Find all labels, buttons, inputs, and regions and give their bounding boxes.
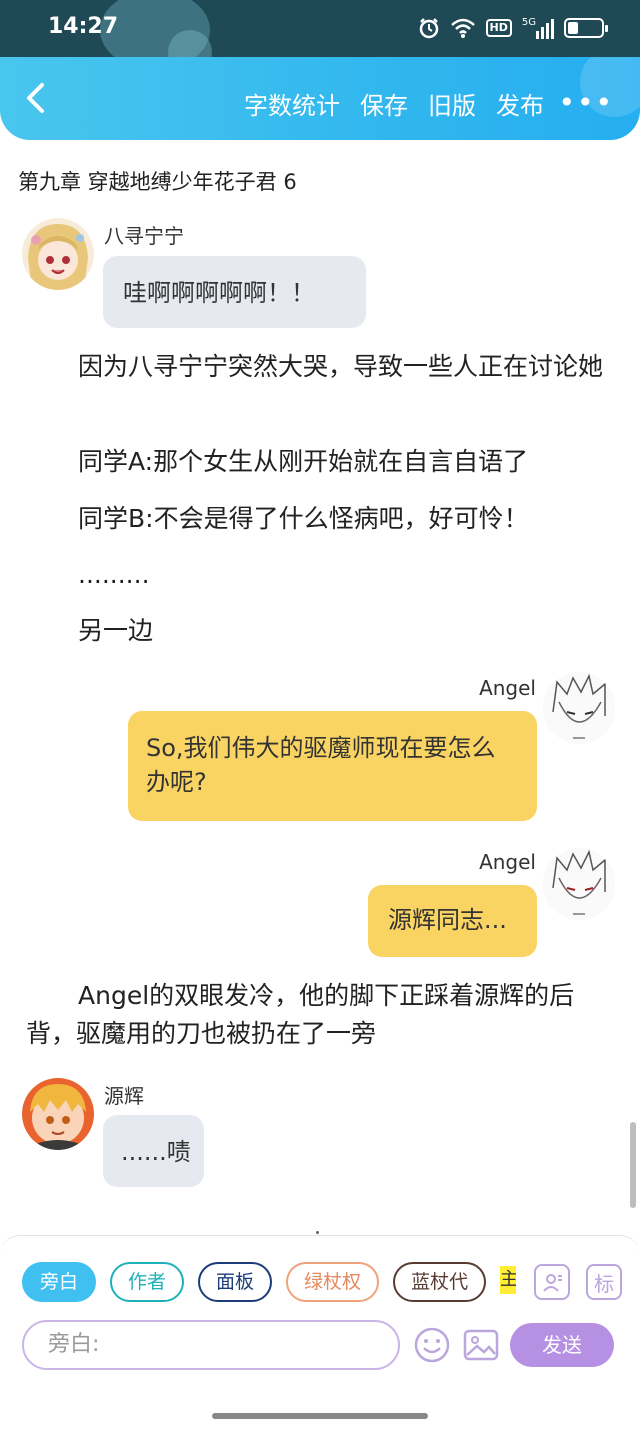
- image-button[interactable]: [461, 1325, 501, 1365]
- narration-paragraph[interactable]: .........: [26, 556, 616, 594]
- status-bar: 14:27 HD 5G: [0, 0, 640, 74]
- composer-panel: 旁白 作者 面板 绿杖权 蓝杖代 主 标 旁白: 发送: [0, 1235, 640, 1433]
- role-selector: 旁白 作者 面板 绿杖权 蓝杖代: [22, 1262, 487, 1302]
- scrollbar[interactable]: [630, 1122, 636, 1208]
- home-indicator[interactable]: [212, 1413, 428, 1419]
- network-type-label: 5G: [521, 16, 536, 28]
- signal-icon: 5G: [522, 16, 554, 40]
- avatar[interactable]: [543, 672, 615, 744]
- hd-badge: HD: [485, 19, 512, 37]
- role-panel[interactable]: 面板: [198, 1262, 273, 1302]
- role-green[interactable]: 绿杖权: [286, 1262, 380, 1302]
- publish-button[interactable]: 发布: [496, 91, 544, 121]
- wifi-icon: [450, 16, 476, 40]
- send-button[interactable]: 发送: [510, 1323, 614, 1367]
- narration-paragraph[interactable]: 同学B:不会是得了什么怪病吧，好可怜！: [26, 500, 616, 538]
- back-button[interactable]: [18, 81, 52, 115]
- emoji-button[interactable]: [412, 1325, 452, 1365]
- speaker-name: Angel: [479, 850, 536, 874]
- character-button[interactable]: [534, 1264, 570, 1300]
- divider-dot: [316, 1231, 319, 1234]
- emoji-icon: [414, 1327, 450, 1363]
- message-input[interactable]: 旁白:: [22, 1320, 400, 1370]
- battery-icon: [564, 18, 608, 38]
- avatar[interactable]: [22, 218, 94, 290]
- editor-toolbar: 字数统计 保存 旧版 发布 •••: [0, 57, 640, 140]
- toolbar-actions: 字数统计 保存 旧版 发布: [244, 91, 544, 121]
- speaker-name: 源辉: [104, 1084, 144, 1108]
- chat-bubble[interactable]: So,我们伟大的驱魔师现在要怎么办呢?: [128, 711, 537, 821]
- narration-paragraph[interactable]: 因为八寻宁宁突然大哭，导致一些人正在讨论她: [26, 348, 616, 386]
- speaker-name: Angel: [479, 676, 536, 700]
- status-time: 14:27: [48, 14, 119, 39]
- chapter-title: 第九章 穿越地缚少年花子君 6: [18, 170, 297, 194]
- save-button[interactable]: 保存: [360, 91, 408, 121]
- chat-bubble[interactable]: 哇啊啊啊啊啊！！: [103, 256, 366, 328]
- word-count-button[interactable]: 字数统计: [244, 91, 340, 121]
- avatar[interactable]: [22, 1078, 94, 1150]
- role-blue[interactable]: 蓝杖代: [393, 1262, 487, 1302]
- tag-button[interactable]: 标: [586, 1264, 622, 1300]
- role-author[interactable]: 作者: [110, 1262, 185, 1302]
- narration-paragraph[interactable]: 同学A:那个女生从刚开始就在自言自语了: [26, 443, 616, 481]
- speaker-name: 八寻宁宁: [104, 224, 184, 248]
- alarm-icon: [418, 16, 440, 40]
- more-options-button[interactable]: •••: [558, 89, 614, 117]
- narration-paragraph[interactable]: Angel的双眼发冷，他的脚下正踩着源辉的后背，驱魔用的刀也被扔在了一旁: [26, 977, 616, 1053]
- role-narration[interactable]: 旁白: [22, 1262, 97, 1302]
- person-icon: [543, 1274, 562, 1292]
- role-protagonist[interactable]: 主: [500, 1266, 516, 1294]
- old-version-button[interactable]: 旧版: [428, 91, 476, 121]
- chevron-left-icon: [27, 83, 44, 113]
- status-icons: HD 5G: [418, 16, 608, 40]
- chat-bubble[interactable]: ......啧: [103, 1115, 204, 1187]
- narration-paragraph[interactable]: 另一边: [26, 612, 616, 650]
- chat-bubble[interactable]: 源辉同志...: [368, 885, 537, 957]
- image-icon: [463, 1329, 499, 1361]
- avatar[interactable]: [543, 848, 615, 920]
